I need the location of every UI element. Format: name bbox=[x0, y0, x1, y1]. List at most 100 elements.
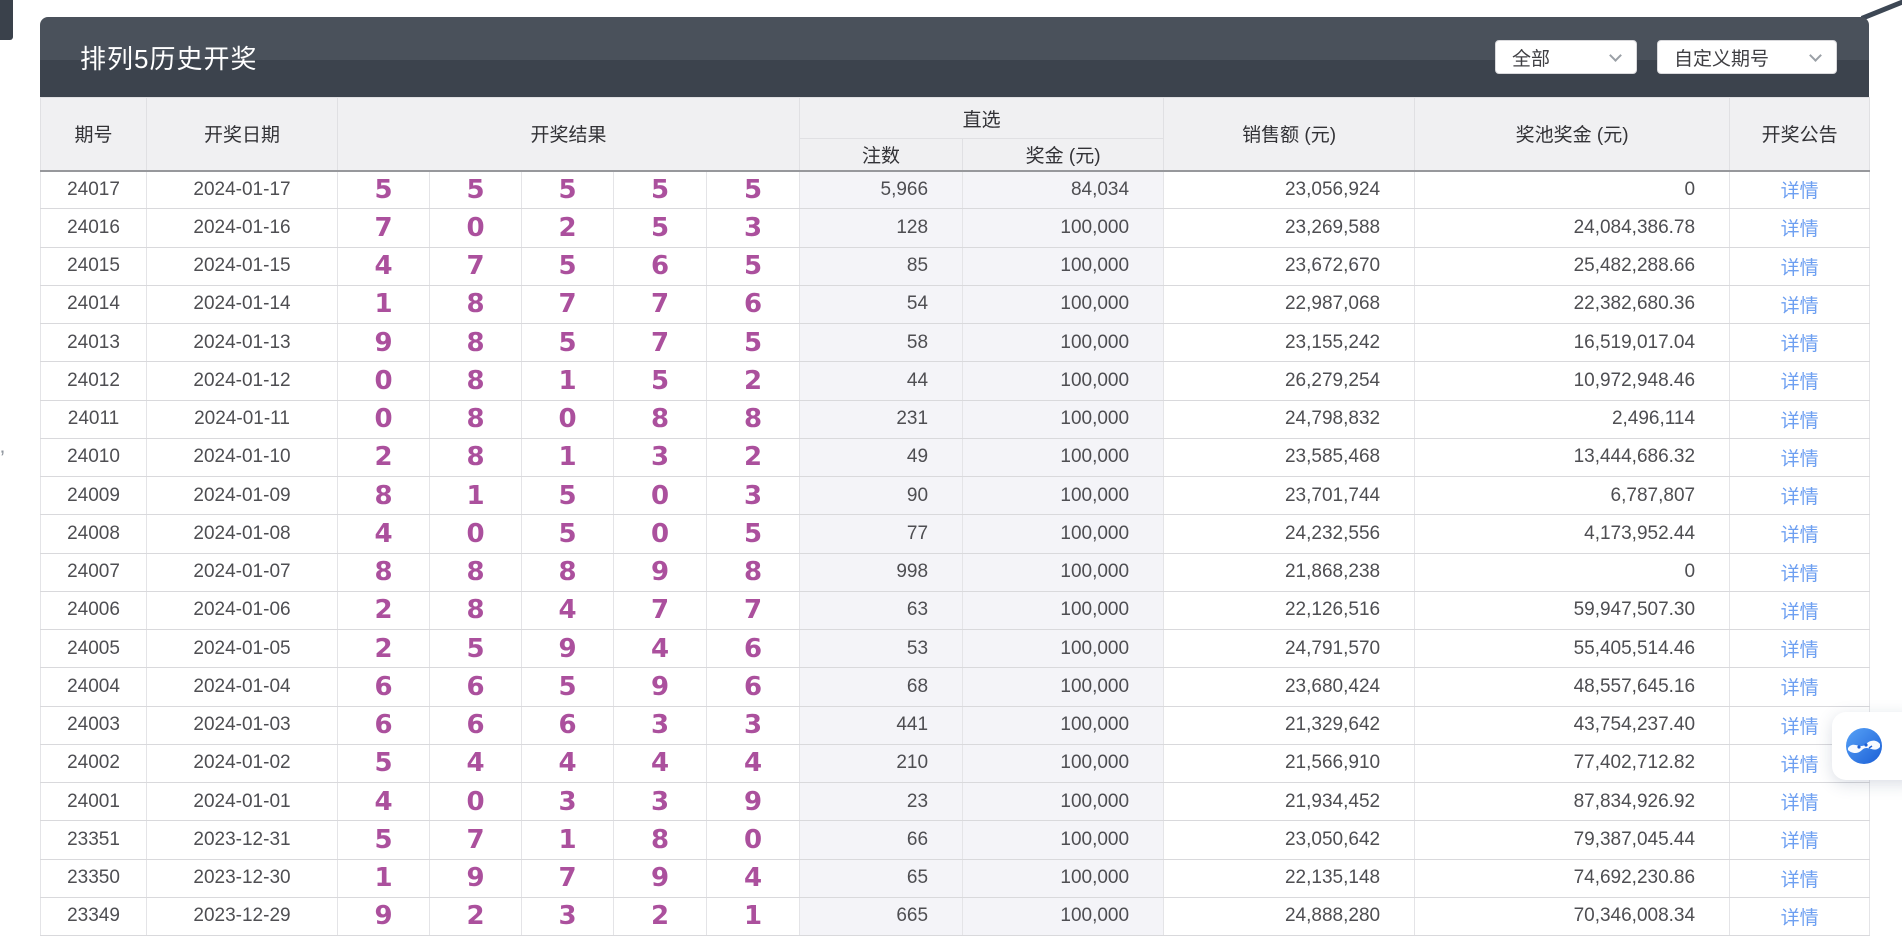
detail-link[interactable]: 详情 bbox=[1730, 903, 1869, 930]
result-digit-5: 2 bbox=[707, 438, 800, 476]
issue-cell: 23351 bbox=[41, 821, 147, 859]
result-digit-3: 9 bbox=[522, 630, 614, 668]
bets-cell: 85 bbox=[800, 247, 963, 285]
sales-cell: 23,050,642 bbox=[1164, 821, 1415, 859]
jackpot-cell: 79,387,045.44 bbox=[1415, 821, 1730, 859]
result-digit-3: 0 bbox=[522, 400, 614, 438]
issue-range-select[interactable]: 自定义期号 bbox=[1657, 40, 1837, 74]
result-digit-2: 4 bbox=[430, 744, 522, 782]
detail-link[interactable]: 详情 bbox=[1730, 673, 1869, 700]
detail-link[interactable]: 详情 bbox=[1730, 482, 1869, 509]
lottery-type-select[interactable]: 全部 bbox=[1495, 40, 1637, 74]
sales-cell: 22,987,068 bbox=[1164, 285, 1415, 323]
sales-cell: 24,232,556 bbox=[1164, 515, 1415, 553]
assistant-widget[interactable] bbox=[1832, 712, 1902, 780]
announcement-cell: 详情 bbox=[1730, 477, 1870, 515]
announcement-cell: 详情 bbox=[1730, 209, 1870, 247]
detail-link[interactable]: 详情 bbox=[1730, 176, 1869, 203]
sales-cell: 21,868,238 bbox=[1164, 553, 1415, 591]
assistant-logo-icon bbox=[1845, 727, 1883, 765]
detail-link[interactable]: 详情 bbox=[1730, 597, 1869, 624]
date-cell: 2024-01-09 bbox=[147, 477, 338, 515]
result-digit-3: 5 bbox=[522, 515, 614, 553]
issue-cell: 24010 bbox=[41, 438, 147, 476]
jackpot-cell: 0 bbox=[1415, 553, 1730, 591]
result-digit-5: 7 bbox=[707, 591, 800, 629]
sales-cell: 21,329,642 bbox=[1164, 706, 1415, 744]
date-cell: 2024-01-17 bbox=[147, 171, 338, 209]
prize-cell: 100,000 bbox=[963, 285, 1164, 323]
result-digit-4: 9 bbox=[614, 553, 707, 591]
detail-link[interactable]: 详情 bbox=[1730, 253, 1869, 280]
sales-cell: 23,155,242 bbox=[1164, 324, 1415, 362]
prize-cell: 100,000 bbox=[963, 515, 1164, 553]
result-digit-5: 5 bbox=[707, 171, 800, 209]
result-digit-4: 3 bbox=[614, 706, 707, 744]
sales-cell: 26,279,254 bbox=[1164, 362, 1415, 400]
bets-cell: 68 bbox=[800, 668, 963, 706]
detail-link[interactable]: 详情 bbox=[1730, 291, 1869, 318]
result-digit-5: 4 bbox=[707, 744, 800, 782]
detail-link[interactable]: 详情 bbox=[1730, 520, 1869, 547]
result-digit-4: 4 bbox=[614, 630, 707, 668]
detail-link[interactable]: 详情 bbox=[1730, 826, 1869, 853]
result-digit-5: 8 bbox=[707, 400, 800, 438]
jackpot-cell: 70,346,008.34 bbox=[1415, 897, 1730, 935]
issue-cell: 23350 bbox=[41, 859, 147, 897]
bets-cell: 66 bbox=[800, 821, 963, 859]
issue-cell: 24003 bbox=[41, 706, 147, 744]
prize-cell: 100,000 bbox=[963, 744, 1164, 782]
table-row: 24004 2024-01-04 6 6 5 9 6 68 100,000 23… bbox=[41, 668, 1870, 706]
chevron-down-icon bbox=[1609, 49, 1622, 62]
detail-link[interactable]: 详情 bbox=[1730, 329, 1869, 356]
table-row: 24014 2024-01-14 1 8 7 7 6 54 100,000 22… bbox=[41, 285, 1870, 323]
date-cell: 2024-01-13 bbox=[147, 324, 338, 362]
sales-cell: 22,135,148 bbox=[1164, 859, 1415, 897]
result-digit-4: 9 bbox=[614, 859, 707, 897]
result-digit-5: 8 bbox=[707, 553, 800, 591]
result-digit-4: 4 bbox=[614, 744, 707, 782]
result-digit-2: 6 bbox=[430, 668, 522, 706]
date-cell: 2024-01-12 bbox=[147, 362, 338, 400]
issue-range-select-value: 自定义期号 bbox=[1674, 44, 1769, 71]
result-digit-4: 7 bbox=[614, 324, 707, 362]
sales-cell: 24,888,280 bbox=[1164, 897, 1415, 935]
result-digit-1: 1 bbox=[338, 859, 430, 897]
announcement-cell: 详情 bbox=[1730, 630, 1870, 668]
announcement-cell: 详情 bbox=[1730, 400, 1870, 438]
result-digit-2: 0 bbox=[430, 209, 522, 247]
result-digit-4: 3 bbox=[614, 783, 707, 821]
date-cell: 2024-01-07 bbox=[147, 553, 338, 591]
result-digit-5: 3 bbox=[707, 706, 800, 744]
bets-cell: 54 bbox=[800, 285, 963, 323]
detail-link[interactable]: 详情 bbox=[1730, 635, 1869, 662]
bets-cell: 665 bbox=[800, 897, 963, 935]
date-cell: 2024-01-10 bbox=[147, 438, 338, 476]
result-digit-2: 6 bbox=[430, 706, 522, 744]
result-digit-3: 5 bbox=[522, 668, 614, 706]
issue-cell: 24016 bbox=[41, 209, 147, 247]
detail-link[interactable]: 详情 bbox=[1730, 214, 1869, 241]
detail-link[interactable]: 详情 bbox=[1730, 788, 1869, 815]
table-row: 23349 2023-12-29 9 2 3 2 1 665 100,000 2… bbox=[41, 897, 1870, 935]
jackpot-cell: 25,482,288.66 bbox=[1415, 247, 1730, 285]
jackpot-cell: 87,834,926.92 bbox=[1415, 783, 1730, 821]
bets-cell: 998 bbox=[800, 553, 963, 591]
table-row: 24006 2024-01-06 2 8 4 7 7 63 100,000 22… bbox=[41, 591, 1870, 629]
detail-link[interactable]: 详情 bbox=[1730, 406, 1869, 433]
jackpot-cell: 2,496,114 bbox=[1415, 400, 1730, 438]
jackpot-cell: 6,787,807 bbox=[1415, 477, 1730, 515]
detail-link[interactable]: 详情 bbox=[1730, 367, 1869, 394]
page-title: 排列5历史开奖 bbox=[80, 39, 257, 76]
issue-cell: 23349 bbox=[41, 897, 147, 935]
announcement-cell: 详情 bbox=[1730, 897, 1870, 935]
result-digit-5: 1 bbox=[707, 897, 800, 935]
col-header-zhixuan-group: 直选 bbox=[800, 98, 1164, 139]
table-row: 24007 2024-01-07 8 8 8 9 8 998 100,000 2… bbox=[41, 553, 1870, 591]
detail-link[interactable]: 详情 bbox=[1730, 444, 1869, 471]
col-header-bets: 注数 bbox=[800, 139, 963, 171]
result-digit-3: 8 bbox=[522, 553, 614, 591]
detail-link[interactable]: 详情 bbox=[1730, 865, 1869, 892]
detail-link[interactable]: 详情 bbox=[1730, 559, 1869, 586]
result-digit-2: 0 bbox=[430, 515, 522, 553]
